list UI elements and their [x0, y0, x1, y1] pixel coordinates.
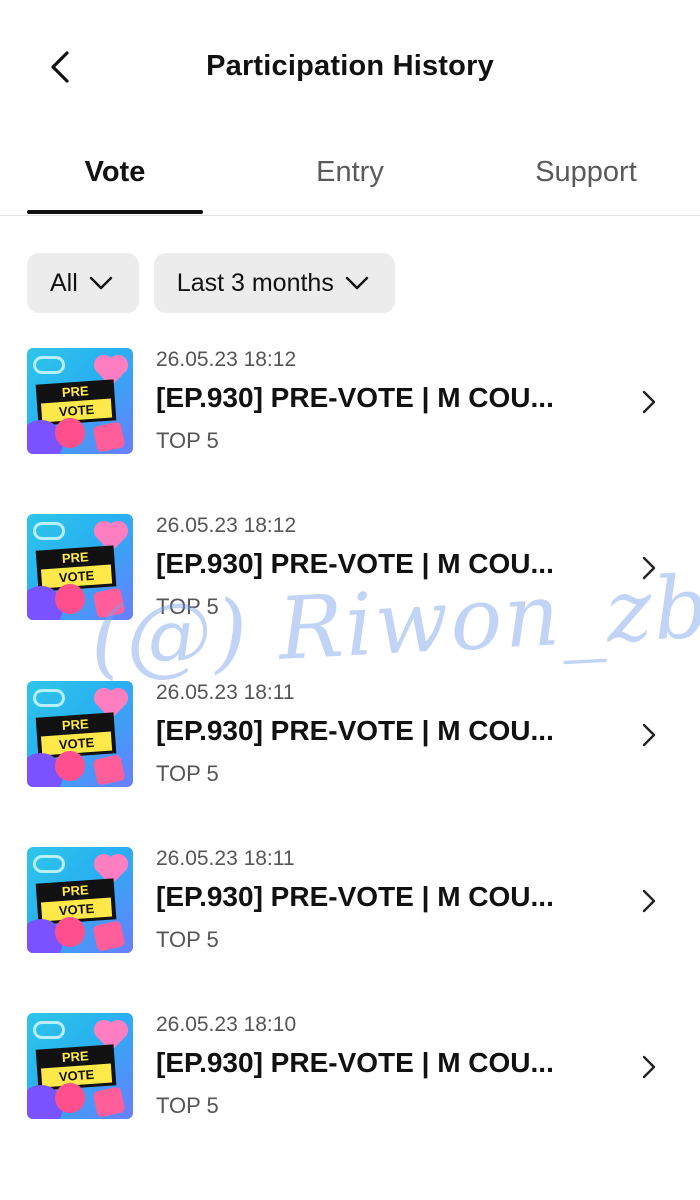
list-item[interactable]: PRE VOTE 26.05.23 18:11 [EP.930] PRE-VOTE…: [0, 663, 700, 788]
chevron-right-icon[interactable]: [638, 388, 660, 416]
header: Participation History: [0, 0, 700, 130]
item-date: 26.05.23 18:11: [156, 681, 295, 704]
chevron-right-icon[interactable]: [638, 887, 660, 915]
item-date: 26.05.23 18:12: [156, 514, 297, 537]
item-rank: TOP 5: [156, 594, 219, 619]
period-filter-label: Last 3 months: [176, 268, 334, 297]
item-title: [EP.930] PRE-VOTE | M COU...: [156, 382, 554, 413]
item-title: [EP.930] PRE-VOTE | M COU...: [156, 548, 554, 579]
period-filter-dropdown[interactable]: Last 3 months: [153, 253, 395, 313]
item-rank: TOP 5: [156, 927, 219, 952]
vote-thumbnail: PRE VOTE: [27, 1013, 133, 1119]
list-item[interactable]: PRE VOTE 26.05.23 18:10 [EP.930] PRE-VOTE…: [0, 995, 700, 1120]
chevron-down-icon: [88, 275, 114, 291]
item-rank: TOP 5: [156, 1093, 219, 1118]
item-date: 26.05.23 18:11: [156, 847, 295, 870]
list-item[interactable]: PRE VOTE 26.05.23 18:12 [EP.930] PRE-VOTE…: [0, 496, 700, 621]
vote-thumbnail: PRE VOTE: [27, 847, 133, 953]
item-title: [EP.930] PRE-VOTE | M COU...: [156, 881, 554, 912]
tab-support[interactable]: Support: [498, 130, 674, 214]
chevron-down-icon: [344, 275, 370, 291]
item-title: [EP.930] PRE-VOTE | M COU...: [156, 1047, 554, 1078]
vote-thumbnail: PRE VOTE: [27, 681, 133, 787]
type-filter-label: All: [50, 268, 78, 297]
item-date: 26.05.23 18:12: [156, 348, 297, 371]
vote-thumbnail: PRE VOTE: [27, 348, 133, 454]
chevron-right-icon[interactable]: [638, 721, 660, 749]
tab-entry[interactable]: Entry: [262, 130, 438, 214]
chevron-right-icon[interactable]: [638, 554, 660, 582]
item-title: [EP.930] PRE-VOTE | M COU...: [156, 715, 554, 746]
filter-bar: All Last 3 months: [27, 253, 395, 313]
type-filter-dropdown[interactable]: All: [27, 253, 139, 313]
item-rank: TOP 5: [156, 428, 219, 453]
page-title: Participation History: [206, 50, 494, 82]
list-item[interactable]: PRE VOTE 26.05.23 18:12 [EP.930] PRE-VOTE…: [0, 330, 700, 455]
item-rank: TOP 5: [156, 761, 219, 786]
tab-bar: Vote Entry Support: [0, 130, 700, 216]
tab-vote[interactable]: Vote: [27, 130, 203, 214]
chevron-right-icon[interactable]: [638, 1053, 660, 1081]
vote-thumbnail: PRE VOTE: [27, 514, 133, 620]
item-date: 26.05.23 18:10: [156, 1013, 297, 1036]
list-item[interactable]: PRE VOTE 26.05.23 18:11 [EP.930] PRE-VOTE…: [0, 829, 700, 954]
